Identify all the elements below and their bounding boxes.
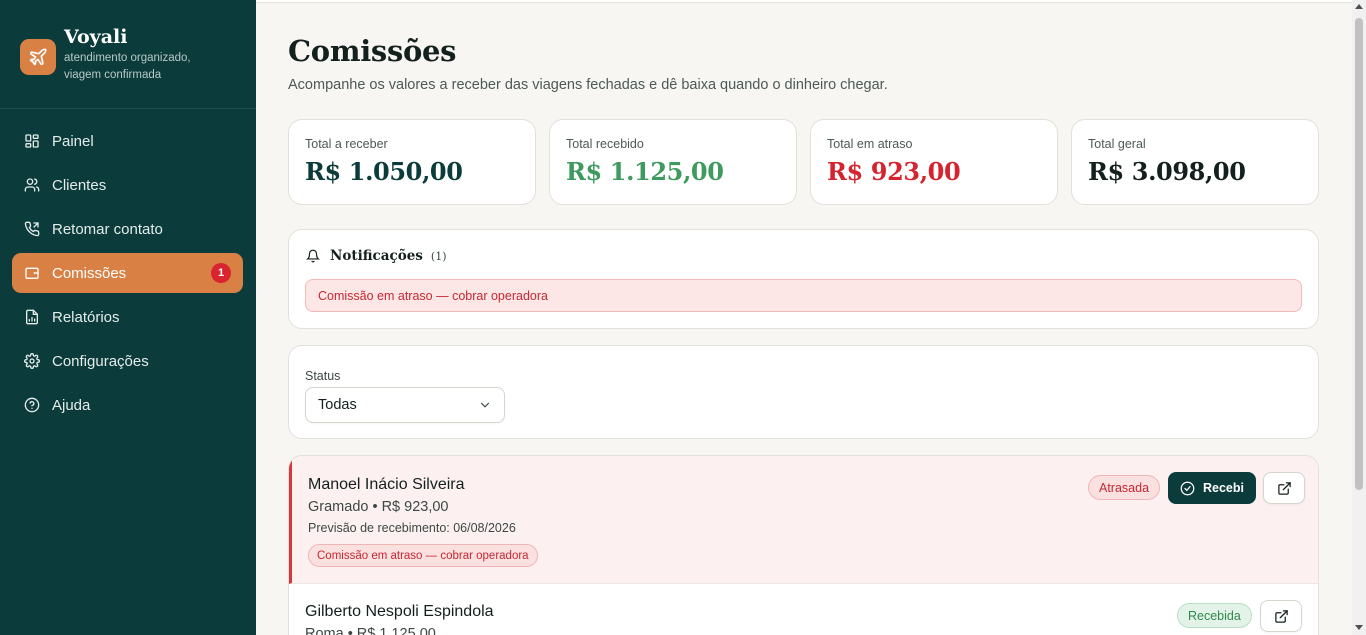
notification-badge: 1 xyxy=(211,263,231,283)
brand[interactable]: Voyali atendimento organizado, viagem co… xyxy=(20,26,214,84)
commission-row: Gilberto Nespoli Espindola Roma • R$ 1.1… xyxy=(289,584,1318,635)
notifications-header: Notificações (1) xyxy=(306,248,447,264)
open-external-button[interactable] xyxy=(1260,600,1302,632)
sidebar-item-label: Relatórios xyxy=(52,308,120,326)
overdue-tag: Comissão em atraso — cobrar operadora xyxy=(308,544,538,567)
notifications-panel: Notificações (1) Comissão em atraso — co… xyxy=(288,229,1319,329)
client-name: Manoel Inácio Silveira xyxy=(308,476,465,493)
status-select-value: Todas xyxy=(318,397,357,413)
sidebar-item-label: Clientes xyxy=(52,176,107,194)
status-badge: Recebida xyxy=(1177,603,1252,628)
report-icon xyxy=(24,309,40,325)
open-external-button[interactable] xyxy=(1263,472,1305,504)
notification-alert[interactable]: Comissão em atraso — cobrar operadora xyxy=(305,279,1302,312)
page-title: Comissões xyxy=(288,34,457,68)
recebi-label: Recebi xyxy=(1203,481,1244,495)
stat-card-recebido: Total recebido R$ 1.125,00 xyxy=(549,119,797,205)
stat-label: Total geral xyxy=(1088,137,1146,151)
scroll-down-arrow[interactable] xyxy=(1355,625,1363,630)
phone-icon xyxy=(24,221,40,237)
sidebar-item-configuracoes[interactable]: Configurações xyxy=(12,341,243,381)
brand-name: Voyali xyxy=(64,26,128,48)
stat-value: R$ 1.125,00 xyxy=(566,157,724,186)
gear-icon xyxy=(24,353,40,369)
stat-value: R$ 1.050,00 xyxy=(305,157,463,186)
status-badge: Atrasada xyxy=(1088,475,1161,500)
sidebar-item-clientes[interactable]: Clientes xyxy=(12,165,243,205)
sidebar-item-retomar-contato[interactable]: Retomar contato xyxy=(12,209,243,249)
sidebar-item-label: Configurações xyxy=(52,352,149,370)
stat-card-a-receber: Total a receber R$ 1.050,00 xyxy=(288,119,536,205)
filter-panel: Status Todas xyxy=(288,345,1319,439)
sidebar-item-label: Painel xyxy=(52,132,94,150)
stat-label: Total a receber xyxy=(305,137,388,151)
status-filter-label: Status xyxy=(305,369,341,383)
external-link-icon xyxy=(1277,481,1291,495)
stat-value: R$ 923,00 xyxy=(827,157,961,186)
sidebar-nav: Painel Clientes Retomar contato Comissõe… xyxy=(12,121,243,429)
sidebar-item-comissoes[interactable]: Comissões 1 xyxy=(12,253,243,293)
page-subtitle: Acompanhe os valores a receber das viage… xyxy=(288,77,888,93)
commission-row: Manoel Inácio Silveira Gramado • R$ 923,… xyxy=(289,456,1318,584)
sidebar-item-label: Ajuda xyxy=(52,396,91,414)
top-border xyxy=(256,0,1352,3)
scroll-thumb[interactable] xyxy=(1355,18,1363,490)
plane-icon xyxy=(20,39,56,75)
stat-card-geral: Total geral R$ 3.098,00 xyxy=(1071,119,1319,205)
brand-tagline: atendimento organizado, viagem confirmad… xyxy=(64,52,191,81)
stat-value: R$ 3.098,00 xyxy=(1088,157,1246,186)
notifications-count: (1) xyxy=(430,249,447,263)
status-select[interactable]: Todas xyxy=(305,387,505,423)
notifications-title: Notificações xyxy=(330,248,423,264)
sidebar: Voyali atendimento organizado, viagem co… xyxy=(0,0,256,635)
bell-icon xyxy=(306,249,320,263)
help-icon xyxy=(24,397,40,413)
sidebar-item-painel[interactable]: Painel xyxy=(12,121,243,161)
scrollbar[interactable] xyxy=(1352,0,1366,635)
sidebar-item-label: Retomar contato xyxy=(52,220,163,238)
sidebar-item-label: Comissões xyxy=(52,264,127,282)
check-circle-icon xyxy=(1180,481,1195,495)
stat-label: Total recebido xyxy=(566,137,644,151)
external-link-icon xyxy=(1274,609,1288,623)
expected-date: Previsão de recebimento: 06/08/2026 xyxy=(308,521,516,535)
sidebar-item-relatorios[interactable]: Relatórios xyxy=(12,297,243,337)
recebi-button[interactable]: Recebi xyxy=(1168,472,1256,504)
stat-label: Total em atraso xyxy=(827,137,913,151)
trip-meta: Gramado • R$ 923,00 xyxy=(308,499,449,515)
wallet-icon xyxy=(24,265,40,281)
client-name: Gilberto Nespoli Espindola xyxy=(305,603,494,620)
users-icon xyxy=(24,177,40,193)
sidebar-divider xyxy=(0,108,256,109)
commissions-list: Manoel Inácio Silveira Gramado • R$ 923,… xyxy=(288,455,1319,635)
sidebar-item-ajuda[interactable]: Ajuda xyxy=(12,385,243,425)
scroll-up-arrow[interactable] xyxy=(1355,4,1363,9)
chevron-down-icon xyxy=(480,402,490,408)
stats-cards: Total a receber R$ 1.050,00 Total recebi… xyxy=(288,119,1319,205)
dashboard-icon xyxy=(24,133,40,149)
stat-card-em-atraso: Total em atraso R$ 923,00 xyxy=(810,119,1058,205)
trip-meta: Roma • R$ 1.125,00 xyxy=(305,626,436,635)
